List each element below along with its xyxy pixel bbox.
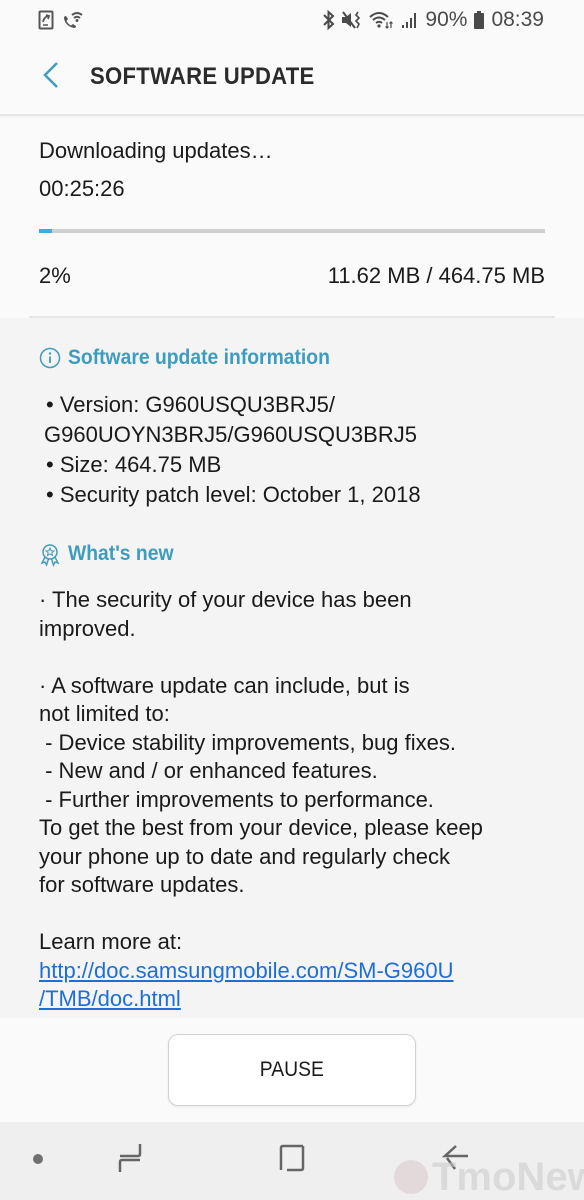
status-bar: 90% 08:39 [0, 0, 584, 40]
progress-bar [39, 229, 545, 233]
watermark-logo-icon [394, 1160, 428, 1194]
whats-new-line: - Further improvements to performance. [39, 786, 434, 812]
chevron-left-icon [42, 60, 62, 95]
whats-new-line: - Device stability improvements, bug fix… [39, 729, 456, 755]
pause-button-label: PAUSE [259, 1058, 325, 1081]
watermark: TmoNews [394, 1154, 584, 1200]
dot-indicator-icon [32, 1152, 44, 1170]
whats-new-line: improved. [39, 615, 136, 641]
vibrate-mute-icon [341, 10, 363, 30]
nav-dot-indicator[interactable] [22, 1150, 54, 1172]
elapsed-time: 00:25:26 [39, 176, 125, 201]
clock: 08:39 [491, 8, 544, 31]
action-area: PAUSE [0, 1018, 584, 1122]
whats-new-line: for software updates. [39, 872, 245, 897]
app-header: SOFTWARE UPDATE [0, 40, 584, 116]
back-button[interactable] [22, 47, 82, 107]
wifi-calling-icon [62, 10, 84, 30]
bluetooth-icon [323, 10, 335, 30]
battery-percent: 90% [425, 8, 468, 31]
update-info-section: Software update information • Version: G… [0, 318, 584, 1018]
whats-new-line: To get the best from your device, please… [39, 815, 483, 840]
nav-back-button[interactable] [426, 1140, 486, 1180]
wifi-data-icon [369, 10, 395, 30]
info-heading-text: Software update information [68, 346, 330, 369]
info-item-size: • Size: 464.75 MB [46, 452, 222, 477]
info-item-security-patch: • Security patch level: October 1, 2018 [46, 482, 421, 507]
nav-home-button[interactable] [262, 1140, 322, 1180]
info-icon [39, 347, 61, 369]
progress-bar-fill [39, 229, 52, 233]
award-ribbon-icon [39, 543, 61, 567]
download-status: Downloading updates… [39, 138, 273, 163]
status-right: 90% 08:39 [323, 8, 544, 32]
call-forward-icon [38, 10, 54, 30]
download-progress-section: Downloading updates… 00:25:26 2% 11.62 M… [0, 118, 584, 318]
info-heading: Software update information [39, 346, 353, 370]
info-list: • Version: G960USQU3BRJ5/ G960UOYN3BRJ5/… [44, 390, 421, 510]
nav-recents-button[interactable] [100, 1140, 160, 1180]
learn-more-link[interactable]: http://doc.samsungmobile.com/SM-G960U /T… [39, 957, 549, 1014]
signal-icon [401, 10, 419, 30]
progress-percent: 2% [39, 263, 71, 288]
whats-new-line: · A software update can include, but is [39, 672, 410, 698]
pause-button[interactable]: PAUSE [168, 1034, 416, 1106]
whats-new-heading-text: What's new [68, 542, 174, 565]
info-item-version-cont: G960UOYN3BRJ5/G960USQU3BRJ5 [44, 422, 417, 447]
learn-more-label: Learn more at: [39, 929, 183, 954]
whats-new-body: · The security of your device has been i… [39, 586, 549, 1014]
download-size: 11.62 MB / 464.75 MB [327, 263, 545, 288]
recents-icon [116, 1142, 144, 1179]
navigation-bar: TmoNews [0, 1122, 584, 1200]
battery-icon [473, 10, 485, 30]
learn-more-link-line-1[interactable]: http://doc.samsungmobile.com/SM-G960U [39, 957, 549, 986]
whats-new-heading: What's new [39, 542, 183, 567]
learn-more-link-line-2[interactable]: /TMB/doc.html [39, 985, 549, 1014]
whats-new-line: your phone up to date and regularly chec… [39, 843, 450, 869]
whats-new-line: not limited to: [39, 701, 170, 726]
info-item-version: • Version: G960USQU3BRJ5/ [46, 392, 335, 417]
back-arrow-icon [441, 1143, 470, 1178]
page-title: SOFTWARE UPDATE [90, 63, 315, 90]
home-icon [278, 1143, 306, 1178]
whats-new-line: - New and / or enhanced features. [39, 758, 378, 783]
whats-new-line: · The security of your device has been [39, 587, 412, 612]
status-left [38, 10, 84, 30]
